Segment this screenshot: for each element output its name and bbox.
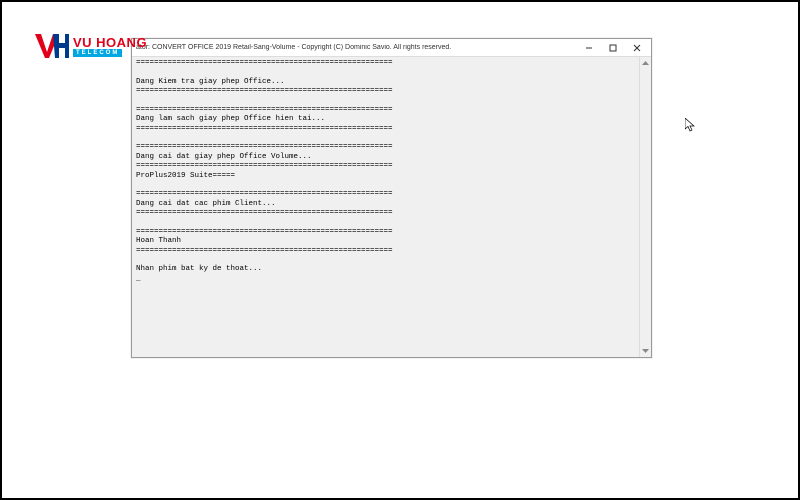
window-title: ator: CONVERT OFFICE 2019 Retail-Sang-Vo… [136,44,577,51]
close-button[interactable] [625,40,649,56]
vertical-scrollbar[interactable] [639,57,651,357]
mouse-cursor-icon [685,118,695,135]
scroll-down-icon[interactable] [640,345,652,357]
brand-logo: VU HOANG TELECOM [35,34,147,58]
minimize-button[interactable] [577,40,601,56]
scroll-up-icon[interactable] [640,57,652,69]
window-controls [577,40,649,56]
console-area: ========================================… [132,57,651,357]
titlebar[interactable]: ator: CONVERT OFFICE 2019 Retail-Sang-Vo… [132,39,651,57]
logo-sub-text: TELECOM [73,49,122,57]
logo-brand-text: VU HOANG [73,36,147,49]
app-window: ator: CONVERT OFFICE 2019 Retail-Sang-Vo… [131,38,652,358]
console-output[interactable]: ========================================… [132,57,639,357]
logo-mark-icon [35,34,69,58]
maximize-button[interactable] [601,40,625,56]
logo-text: VU HOANG TELECOM [73,36,147,57]
